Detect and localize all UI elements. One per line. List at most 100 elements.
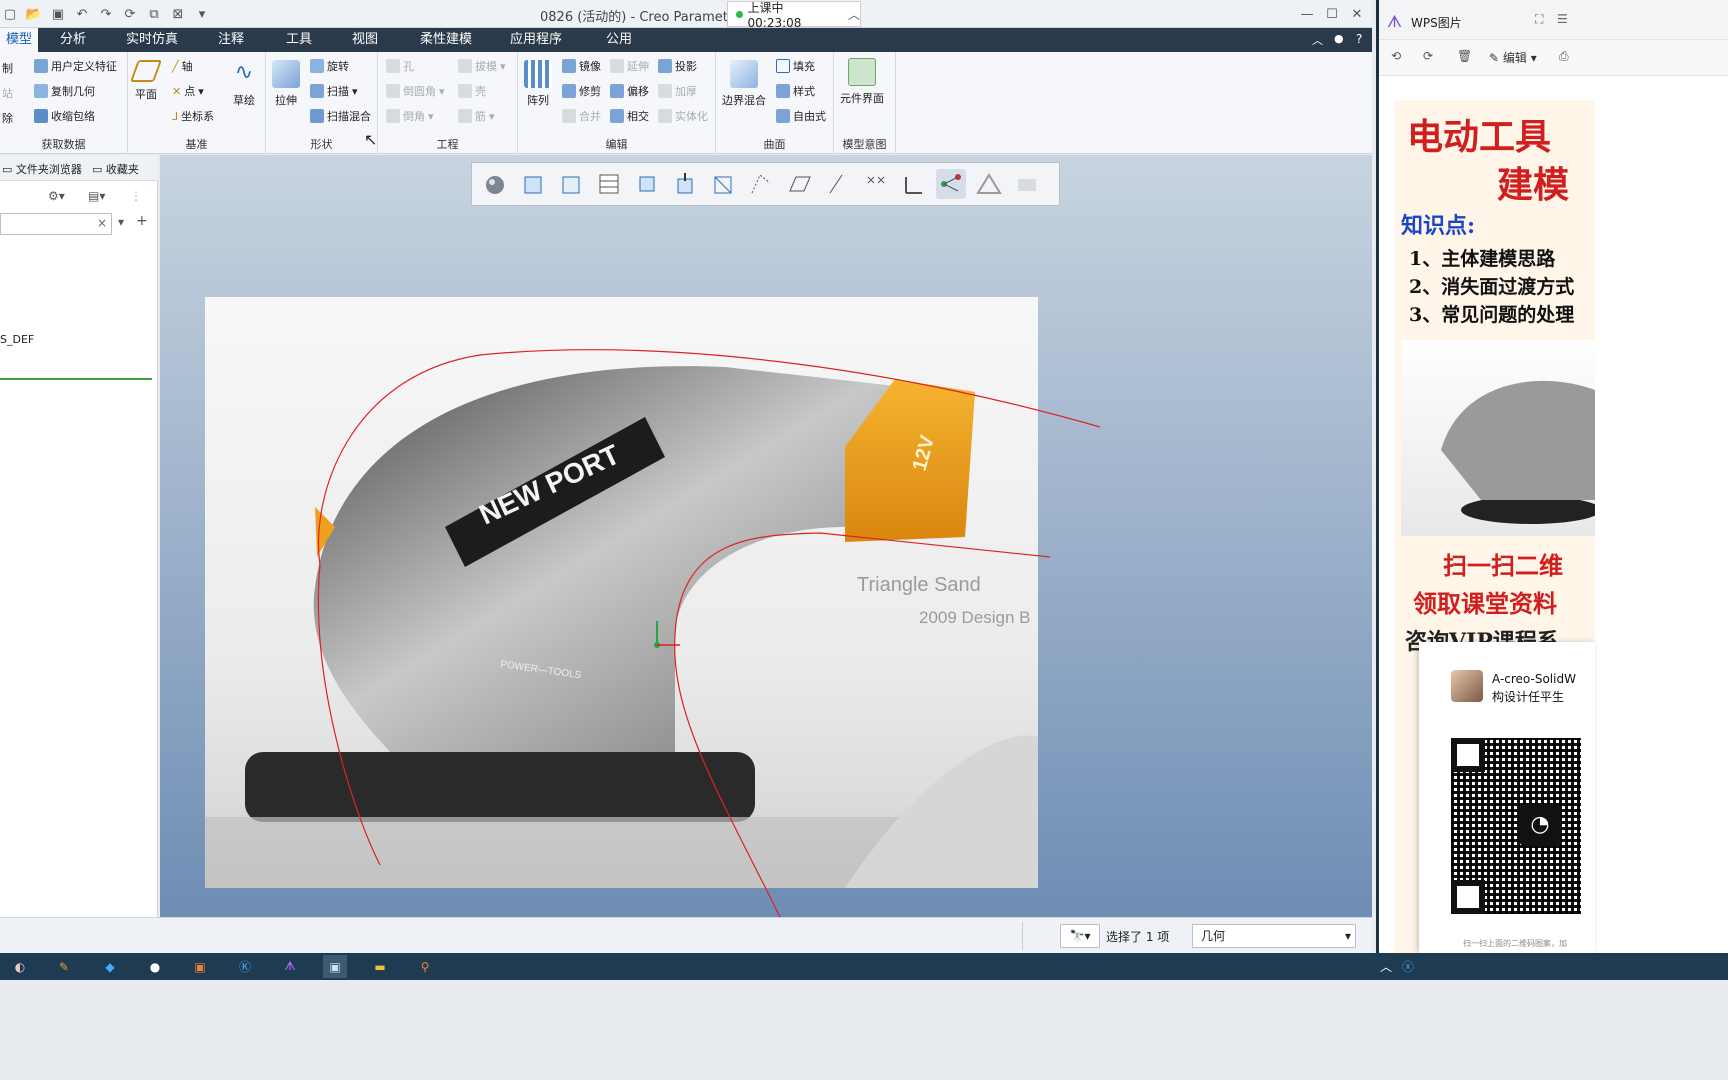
collapse-ribbon-icon[interactable]: ︿: [1312, 32, 1323, 48]
open-icon[interactable]: 📂: [24, 4, 44, 24]
group-label[interactable]: 编辑: [518, 136, 715, 152]
maximize-icon[interactable]: ☐: [1321, 4, 1343, 24]
tab-model[interactable]: 模型: [0, 28, 38, 52]
chevron-up-icon[interactable]: ︿: [848, 6, 860, 23]
selection-filter-select[interactable]: 几何 ▾: [1192, 924, 1356, 948]
tray-icon[interactable]: ⓧ: [1396, 955, 1420, 978]
thicken-button[interactable]: 加厚: [658, 83, 697, 99]
undo-icon[interactable]: ↶: [72, 4, 92, 24]
tab-flexible-modeling[interactable]: 柔性建模: [414, 28, 478, 52]
app-icon[interactable]: ✎: [52, 955, 76, 978]
close-window-icon[interactable]: ⊠: [168, 4, 188, 24]
left-item-2[interactable]: 站: [2, 85, 13, 101]
shell-button[interactable]: 壳: [458, 83, 486, 99]
find-icon[interactable]: 🔭▾: [1060, 924, 1100, 948]
group-label[interactable]: 形状: [266, 136, 377, 152]
tab-analysis[interactable]: 分析: [54, 28, 92, 52]
sweep-button[interactable]: 扫描 ▾: [310, 83, 358, 99]
app-icon[interactable]: ◆: [98, 955, 122, 978]
app-icon[interactable]: ▣: [188, 955, 212, 978]
copy-geometry-button[interactable]: 复制几何: [34, 83, 95, 99]
windows-icon[interactable]: ⧉: [144, 4, 164, 24]
user-icon[interactable]: ●: [1334, 32, 1344, 45]
tree-filter-icon[interactable]: ⋮: [130, 189, 142, 203]
menu-icon[interactable]: ☰: [1557, 12, 1568, 26]
tab-simulation[interactable]: 实时仿真: [120, 28, 184, 52]
minimize-icon[interactable]: —: [1296, 4, 1318, 24]
edit-button[interactable]: ✎ 编辑 ▾: [1489, 49, 1537, 66]
mirror-button[interactable]: 镜像: [562, 58, 601, 74]
group-label[interactable]: 获取数据: [0, 136, 127, 152]
pattern-button[interactable]: 阵列: [524, 60, 552, 108]
tree-settings-icon[interactable]: ⚙▾: [48, 189, 65, 203]
search-input[interactable]: ×: [0, 213, 112, 235]
regenerate-icon[interactable]: ⟳: [120, 4, 140, 24]
tab-common[interactable]: 公用: [600, 28, 638, 52]
offset-button[interactable]: 偏移: [610, 83, 649, 99]
folder-icon[interactable]: ▬: [368, 955, 392, 978]
customize-icon[interactable]: ▾: [192, 4, 212, 24]
project-button[interactable]: 投影: [658, 58, 697, 74]
boundary-blend-button[interactable]: 边界混合: [722, 60, 766, 108]
new-icon[interactable]: ▢: [0, 4, 20, 24]
rotate-left-icon[interactable]: ⟲: [1391, 49, 1401, 63]
group-label[interactable]: 基准: [128, 136, 265, 152]
clear-icon[interactable]: ×: [97, 216, 107, 230]
fill-button[interactable]: 填充: [776, 58, 815, 74]
hole-button[interactable]: 孔: [386, 58, 414, 74]
fullscreen-icon[interactable]: ⛶: [1535, 12, 1543, 27]
help-icon[interactable]: ?: [1356, 32, 1362, 46]
print-icon[interactable]: ⎙: [1559, 49, 1569, 64]
tab-view[interactable]: 视图: [346, 28, 384, 52]
left-item-3[interactable]: 除: [2, 110, 13, 126]
app-icon[interactable]: ●: [143, 955, 167, 978]
left-item-1[interactable]: 制: [2, 60, 13, 76]
revolve-button[interactable]: 旋转: [310, 58, 349, 74]
freestyle-button[interactable]: 自由式: [776, 108, 826, 124]
axis-button[interactable]: ╱ 轴: [172, 58, 193, 74]
search-icon[interactable]: ⚲: [413, 955, 437, 978]
redo-icon[interactable]: ↷: [96, 4, 116, 24]
style-button[interactable]: 样式: [776, 83, 815, 99]
rotate-right-icon[interactable]: ⟳: [1423, 49, 1433, 63]
search-dropdown-icon[interactable]: ▾: [118, 215, 124, 229]
app-icon[interactable]: ᗑ: [278, 955, 302, 978]
udf-button[interactable]: 用户定义特征: [34, 58, 117, 74]
tab-annotate[interactable]: 注释: [212, 28, 250, 52]
tray-chevron-icon[interactable]: ︿: [1374, 955, 1398, 978]
intersect-button[interactable]: 相交: [610, 108, 649, 124]
merge-button[interactable]: 合并: [562, 108, 601, 124]
class-recording-badge[interactable]: 上课中 00:23:08 ︿: [727, 1, 861, 30]
chamfer-button[interactable]: 倒角 ▾: [386, 108, 434, 124]
tab-applications[interactable]: 应用程序: [504, 28, 568, 52]
extend-button[interactable]: 延伸: [610, 58, 649, 74]
shrinkwrap-button[interactable]: 收缩包络: [34, 108, 95, 124]
app-icon[interactable]: ◐: [8, 955, 32, 978]
plane-button[interactable]: 平面: [129, 60, 163, 102]
extrude-button[interactable]: 拉伸: [272, 60, 300, 108]
draft-button[interactable]: 拔模 ▾: [458, 58, 506, 74]
add-icon[interactable]: +: [136, 213, 148, 229]
close-icon[interactable]: ✕: [1346, 4, 1368, 24]
save-icon[interactable]: ▣: [48, 4, 68, 24]
group-label[interactable]: 工程: [378, 136, 517, 152]
sketch-curves[interactable]: [160, 155, 1372, 917]
tab-tools[interactable]: 工具: [280, 28, 318, 52]
tree-item[interactable]: S_DEF: [0, 333, 34, 346]
group-label[interactable]: 模型意图: [834, 136, 895, 152]
point-button[interactable]: ✕ 点 ▾: [172, 83, 204, 99]
coord-sys-button[interactable]: ⅃ 坐标系: [172, 108, 214, 124]
component-interface-button[interactable]: 元件界面: [840, 58, 884, 106]
trim-button[interactable]: 修剪: [562, 83, 601, 99]
app-icon[interactable]: Ⓚ: [233, 955, 257, 978]
rib-button[interactable]: 筋 ▾: [458, 108, 495, 124]
swept-blend-button[interactable]: 扫描混合: [310, 108, 371, 124]
tab-folder-browser[interactable]: ▭ 文件夹浏览器: [2, 161, 82, 177]
sketch-button[interactable]: ∿ 草绘: [230, 60, 258, 108]
solidify-button[interactable]: 实体化: [658, 108, 708, 124]
delete-icon[interactable]: 🗑: [1457, 49, 1472, 63]
round-button[interactable]: 倒圆角 ▾: [386, 83, 445, 99]
tab-favorites[interactable]: ▭ 收藏夹: [92, 161, 139, 177]
group-label[interactable]: 曲面: [716, 136, 833, 152]
app-icon[interactable]: ▣: [323, 955, 347, 978]
